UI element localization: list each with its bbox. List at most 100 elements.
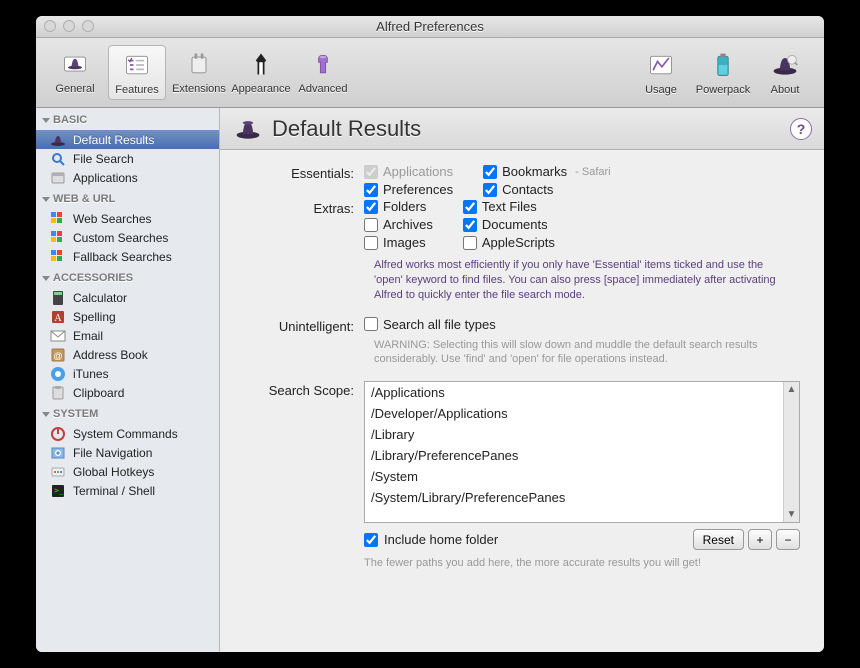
checkbox-bookmarks[interactable] (483, 165, 497, 179)
sidebar-item-custom-searches[interactable]: Custom Searches (36, 228, 219, 247)
reset-button[interactable]: Reset (693, 529, 744, 550)
main-panel: Default Results ? Essentials: Applicatio… (220, 108, 824, 652)
scroll-up-icon[interactable]: ▲ (787, 384, 797, 395)
main-header: Default Results ? (220, 108, 824, 150)
close-icon[interactable] (44, 20, 56, 32)
toolbar-label: Features (115, 84, 158, 96)
toolbar-appearance[interactable]: Appearance (232, 45, 290, 100)
toolbar-label: Appearance (231, 83, 290, 95)
scope-list[interactable]: /Applications/Developer/Applications/Lib… (364, 381, 800, 523)
sidebar-item-system-commands[interactable]: System Commands (36, 424, 219, 443)
check-label: Text Files (482, 199, 537, 214)
checkbox-images[interactable] (364, 236, 378, 250)
check-bookmarks[interactable]: Bookmarks- Safari (483, 164, 611, 179)
scroll-down-icon[interactable]: ▼ (787, 509, 797, 520)
sidebar-header[interactable]: BASIC (36, 110, 219, 130)
label-essentials: Essentials: (244, 164, 364, 197)
include-home-label[interactable]: Include home folder (384, 532, 498, 547)
sidebar-item-itunes[interactable]: iTunes (36, 364, 219, 383)
check-label: Applications (383, 164, 453, 179)
check-contacts[interactable]: Contacts (483, 182, 611, 197)
sidebar-item-email[interactable]: Email (36, 326, 219, 345)
preferences-window: Alfred Preferences General Features Extens… (36, 16, 824, 652)
toolbar-general[interactable]: General (46, 45, 104, 100)
sidebar-item-default-results[interactable]: Default Results (36, 130, 219, 149)
sidebar-item-label: File Search (73, 152, 134, 166)
minimize-icon[interactable] (63, 20, 75, 32)
custom-searches-icon (50, 230, 66, 246)
toolbar-label: General (55, 83, 94, 95)
sidebar-item-address-book[interactable]: @Address Book (36, 345, 219, 364)
sidebar-header[interactable]: SYSTEM (36, 404, 219, 424)
check-documents[interactable]: Documents (463, 217, 555, 232)
powerpack-icon (707, 49, 739, 81)
sidebar-item-global-hotkeys[interactable]: Global Hotkeys (36, 462, 219, 481)
sidebar-item-file-navigation[interactable]: File Navigation (36, 443, 219, 462)
svg-text:@: @ (53, 351, 62, 361)
checkbox-contacts[interactable] (483, 183, 497, 197)
add-path-button[interactable]: + (748, 529, 772, 550)
toolbar-about[interactable]: About (756, 46, 814, 99)
toolbar-label: Powerpack (696, 84, 750, 96)
main-body: Essentials: Applications Preferences Book… (220, 150, 824, 652)
toolbar-features[interactable]: Features (108, 45, 166, 100)
check-preferences[interactable]: Preferences (364, 182, 453, 197)
svg-text:A: A (54, 313, 62, 324)
checkbox-archives[interactable] (364, 218, 378, 232)
sidebar-item-clipboard[interactable]: Clipboard (36, 383, 219, 402)
check-archives[interactable]: Archives (364, 217, 433, 232)
checkbox-documents[interactable] (463, 218, 477, 232)
scope-path[interactable]: /Library (365, 424, 783, 445)
page-title: Default Results (272, 116, 421, 142)
fallback-searches-icon (50, 249, 66, 265)
help-button[interactable]: ? (790, 118, 812, 140)
toolbar-powerpack[interactable]: Powerpack (694, 46, 752, 99)
info-text: Alfred works most efficiently if you onl… (374, 258, 800, 303)
check-search-all[interactable]: Search all file types (364, 317, 800, 332)
check-label: Images (383, 235, 426, 250)
scrollbar[interactable]: ▲ ▼ (783, 382, 799, 522)
scope-path[interactable]: /System/Library/PreferencePanes (365, 487, 783, 508)
checkbox-preferences[interactable] (364, 183, 378, 197)
check-applescripts[interactable]: AppleScripts (463, 235, 555, 250)
sidebar-item-label: Fallback Searches (73, 250, 172, 264)
scope-path[interactable]: /Developer/Applications (365, 403, 783, 424)
remove-path-button[interactable]: − (776, 529, 800, 550)
check-images[interactable]: Images (364, 235, 433, 250)
sidebar-header[interactable]: ACCESSORIES (36, 268, 219, 288)
sidebar-item-calculator[interactable]: Calculator (36, 288, 219, 307)
checkbox-folders[interactable] (364, 200, 378, 214)
sidebar-item-file-search[interactable]: File Search (36, 149, 219, 168)
toolbar-advanced[interactable]: Advanced (294, 45, 352, 100)
include-home-checkbox[interactable] (364, 533, 378, 547)
checkbox-applescripts[interactable] (463, 236, 477, 250)
sidebar-item-web-searches[interactable]: Web Searches (36, 209, 219, 228)
check-label: Contacts (502, 182, 553, 197)
checkbox-search-all[interactable] (364, 317, 378, 331)
sidebar-item-label: Custom Searches (73, 231, 168, 245)
sidebar-item-terminal-shell[interactable]: >_Terminal / Shell (36, 481, 219, 500)
usage-icon (645, 49, 677, 81)
sidebar-item-label: Email (73, 329, 103, 343)
disclosure-icon (42, 197, 50, 202)
check-folders[interactable]: Folders (364, 199, 433, 214)
sidebar-item-label: Spelling (73, 310, 116, 324)
sidebar-item-spelling[interactable]: A Spelling (36, 307, 219, 326)
sidebar-item-applications[interactable]: Applications (36, 168, 219, 187)
titlebar: Alfred Preferences (36, 16, 824, 38)
zoom-icon[interactable] (82, 20, 94, 32)
sidebar-item-label: Calculator (73, 291, 127, 305)
sidebar-header[interactable]: WEB & URL (36, 189, 219, 209)
checkbox-applications (364, 165, 378, 179)
check-text-files[interactable]: Text Files (463, 199, 555, 214)
checkbox-text-files[interactable] (463, 200, 477, 214)
check-label: Search all file types (383, 317, 496, 332)
scope-path[interactable]: /Applications (365, 382, 783, 403)
sidebar-item-fallback-searches[interactable]: Fallback Searches (36, 247, 219, 266)
scope-path[interactable]: /System (365, 466, 783, 487)
sidebar-item-label: System Commands (73, 427, 178, 441)
toolbar-extensions[interactable]: Extensions (170, 45, 228, 100)
scope-path[interactable]: /Library/PreferencePanes (365, 445, 783, 466)
content: BASICDefault ResultsFile SearchApplicati… (36, 108, 824, 652)
toolbar-usage[interactable]: Usage (632, 46, 690, 99)
